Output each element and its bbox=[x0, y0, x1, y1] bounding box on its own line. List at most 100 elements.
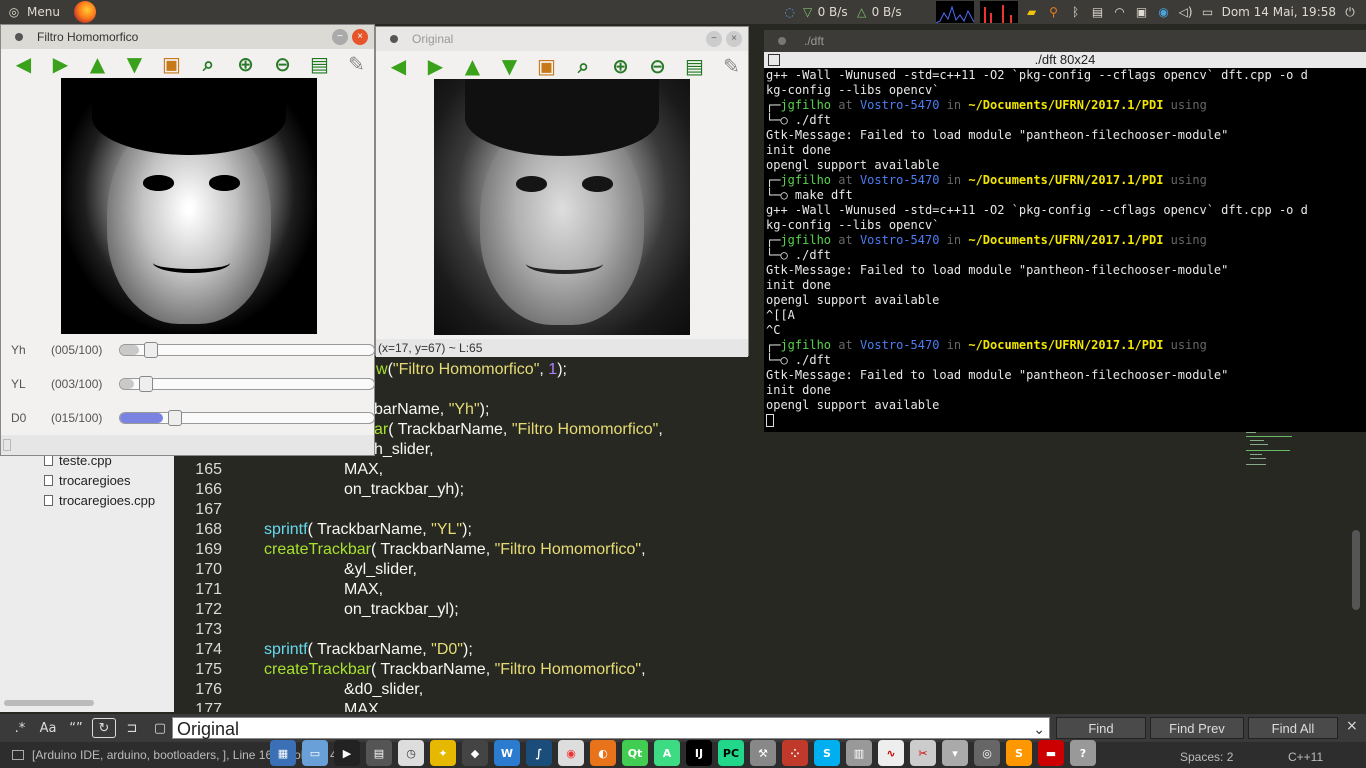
resize-grip[interactable] bbox=[3, 439, 11, 451]
trackbar-slider[interactable] bbox=[119, 342, 375, 358]
camera-icon[interactable]: ◎ bbox=[974, 740, 1000, 766]
arrow-right-icon[interactable]: ▶ bbox=[46, 51, 75, 77]
image-icon[interactable]: ▣ bbox=[532, 53, 561, 79]
clipboard-icon[interactable]: ▤ bbox=[1090, 4, 1106, 20]
window-menu-icon[interactable] bbox=[15, 33, 23, 41]
pycharm-icon[interactable]: PC bbox=[718, 740, 744, 766]
arrow-down-icon[interactable]: ▼ bbox=[120, 51, 149, 77]
close-button[interactable]: × bbox=[352, 29, 368, 45]
calculator-icon[interactable]: ▤ bbox=[366, 740, 392, 766]
files-icon[interactable]: ▭ bbox=[302, 740, 328, 766]
firefox-dock-icon[interactable]: ◐ bbox=[590, 740, 616, 766]
file-tree-item[interactable]: trocaregioes.cpp bbox=[0, 490, 174, 510]
brush-icon[interactable]: ✎ bbox=[342, 51, 371, 77]
panel-toggle-icon[interactable] bbox=[12, 750, 24, 760]
arrow-down-icon[interactable]: ▼ bbox=[495, 53, 524, 79]
help-icon[interactable]: ? bbox=[1070, 740, 1096, 766]
arrow-right-icon[interactable]: ▶ bbox=[421, 53, 450, 79]
folder-icon[interactable]: ▰ bbox=[1024, 4, 1040, 20]
file-tree-item[interactable]: trocaregioes bbox=[0, 470, 174, 490]
chrome-icon[interactable]: ◉ bbox=[558, 740, 584, 766]
whole-word-toggle[interactable]: “” bbox=[64, 718, 88, 738]
puzzle-icon[interactable]: ✦ bbox=[430, 740, 456, 766]
database-icon[interactable]: ▥ bbox=[846, 740, 872, 766]
trackbar-knob[interactable] bbox=[144, 342, 158, 358]
zoom-in-icon[interactable]: ⊕ bbox=[606, 53, 635, 79]
wifi-icon[interactable]: ◠ bbox=[1112, 4, 1128, 20]
bluetooth-icon[interactable]: ᛒ bbox=[1068, 4, 1084, 20]
terminal-window[interactable]: ./dft ./dft 80x24 g++ -Wall -Wunused -st… bbox=[764, 30, 1366, 432]
scissors-icon[interactable]: ✂ bbox=[910, 740, 936, 766]
terminal-icon[interactable]: ▶ bbox=[334, 740, 360, 766]
zoom-in-icon[interactable]: ⊕ bbox=[231, 51, 260, 77]
qt-icon[interactable]: Qt bbox=[622, 740, 648, 766]
terminal-output[interactable]: g++ -Wall -Wunused -std=c++11 -O2 `pkg-c… bbox=[764, 68, 1366, 432]
terminal-titlebar[interactable]: ./dft bbox=[764, 30, 1366, 52]
battery-icon[interactable]: ▭ bbox=[1200, 4, 1216, 20]
original-titlebar[interactable]: Original − × bbox=[376, 27, 748, 51]
search-icon[interactable]: ⚲ bbox=[1046, 4, 1062, 20]
zoom-out-icon[interactable]: ⊖ bbox=[643, 53, 672, 79]
wrap-toggle-icon[interactable]: ↻ bbox=[92, 718, 116, 738]
save-icon[interactable]: ▤ bbox=[305, 51, 334, 77]
zoom-out-icon[interactable]: ⊖ bbox=[268, 51, 297, 77]
filtered-image[interactable] bbox=[61, 78, 317, 334]
file-tree-scrollbar[interactable] bbox=[4, 700, 94, 706]
brush-icon[interactable]: ✎ bbox=[717, 53, 746, 79]
filtro-window[interactable]: Filtro Homomorfico − × ◀ ▶ ▲ ▼ ▣ ⌕ ⊕ ⊖ ▤ ✎ Yh (005… bbox=[0, 24, 375, 456]
editor-scrollbar[interactable] bbox=[1352, 530, 1360, 610]
syntax-status[interactable]: C++11 bbox=[1288, 750, 1323, 764]
clock-icon[interactable]: ◷ bbox=[398, 740, 424, 766]
dice-icon[interactable]: ⁘ bbox=[782, 740, 808, 766]
display-icon[interactable]: ▣ bbox=[1134, 4, 1150, 20]
close-button[interactable]: × bbox=[726, 31, 742, 47]
skype-icon[interactable]: S bbox=[814, 740, 840, 766]
arrow-left-icon[interactable]: ◀ bbox=[9, 51, 38, 77]
arrow-up-icon[interactable]: ▲ bbox=[458, 53, 487, 79]
firefox-icon[interactable] bbox=[73, 1, 96, 23]
mouse-icon[interactable]: ◆ bbox=[462, 740, 488, 766]
minimap[interactable] bbox=[1244, 430, 1304, 480]
filtro-titlebar[interactable]: Filtro Homomorfico − × bbox=[1, 25, 374, 49]
close-find-icon[interactable]: × bbox=[1346, 718, 1358, 734]
android-studio-icon[interactable]: A bbox=[654, 740, 680, 766]
arrow-left-icon[interactable]: ◀ bbox=[384, 53, 413, 79]
in-selection-toggle-icon[interactable]: ⊐ bbox=[120, 718, 144, 738]
window-menu-icon[interactable] bbox=[778, 37, 786, 45]
monitor-icon[interactable]: W bbox=[494, 740, 520, 766]
window-menu-icon[interactable] bbox=[390, 35, 398, 43]
find-all-button[interactable]: Find All bbox=[1248, 717, 1338, 739]
original-window[interactable]: Original − × ◀ ▶ ▲ ▼ ▣ ⌕ ⊕ ⊖ ▤ ✎ (x=17, y=67) ~ L… bbox=[375, 26, 749, 357]
highlight-toggle-icon[interactable]: ▢ bbox=[148, 718, 172, 738]
curve-icon[interactable]: ∫ bbox=[526, 740, 552, 766]
trackbar-slider[interactable] bbox=[119, 376, 375, 392]
save-icon[interactable]: ▤ bbox=[680, 53, 709, 79]
zoom-fit-icon[interactable]: ⌕ bbox=[194, 51, 223, 77]
folder-icon[interactable]: ▦ bbox=[270, 740, 296, 766]
clock[interactable]: Dom 14 Mai, 19:58 bbox=[1222, 5, 1336, 19]
find-input[interactable]: Original ⌄ bbox=[172, 717, 1050, 739]
image-icon[interactable]: ▣ bbox=[157, 51, 186, 77]
trackbar-knob[interactable] bbox=[139, 376, 153, 392]
volume-icon[interactable]: ◁) bbox=[1178, 4, 1194, 20]
acrobat-icon[interactable]: ∿ bbox=[878, 740, 904, 766]
intel-icon[interactable]: ◉ bbox=[1156, 4, 1172, 20]
power-icon[interactable]: ⏻ bbox=[1342, 4, 1358, 20]
regex-toggle-icon[interactable]: .* bbox=[8, 718, 32, 738]
tools-icon[interactable]: ⚒ bbox=[750, 740, 776, 766]
find-button[interactable]: Find bbox=[1056, 717, 1146, 739]
find-prev-button[interactable]: Find Prev bbox=[1150, 717, 1244, 739]
menu-button[interactable]: ◎ Menu bbox=[0, 0, 66, 24]
indentation-status[interactable]: Spaces: 2 bbox=[1180, 750, 1233, 764]
trackbar-slider[interactable] bbox=[119, 410, 375, 426]
trackbar-knob[interactable] bbox=[168, 410, 182, 426]
arduino-icon[interactable]: ▬ bbox=[1038, 740, 1064, 766]
intellij-icon[interactable]: IJ bbox=[686, 740, 712, 766]
case-toggle[interactable]: Aa bbox=[36, 718, 60, 738]
sublime-icon[interactable]: S bbox=[1006, 740, 1032, 766]
chevron-down-icon[interactable]: ⌄ bbox=[1033, 718, 1045, 740]
minimize-button[interactable]: − bbox=[332, 29, 348, 45]
minimize-button[interactable]: − bbox=[706, 31, 722, 47]
zoom-fit-icon[interactable]: ⌕ bbox=[569, 53, 598, 79]
arrow-up-icon[interactable]: ▲ bbox=[83, 51, 112, 77]
